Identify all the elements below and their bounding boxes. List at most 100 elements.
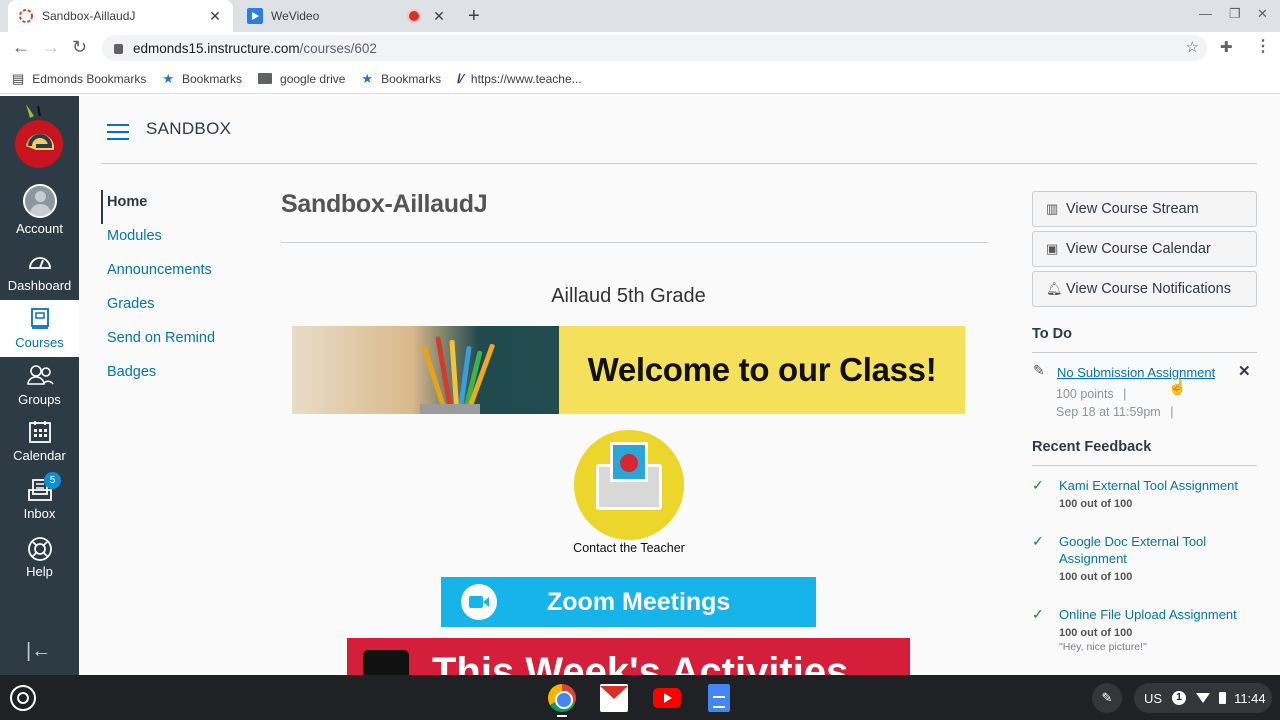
bookmark-bookmarks-1[interactable]: ★ Bookmarks	[162, 71, 242, 87]
global-nav-calendar[interactable]: Calendar	[0, 420, 79, 463]
running-indicator	[557, 715, 567, 717]
todo-item-link[interactable]: No Submission Assignment	[1057, 365, 1215, 380]
courses-icon	[0, 307, 79, 333]
folder-icon	[258, 73, 273, 84]
view-course-notifications-button[interactable]: 🔔︎ View Course Notifications	[1032, 271, 1257, 307]
global-nav-courses[interactable]: Courses	[0, 300, 79, 357]
global-nav-help[interactable]: Help	[0, 536, 79, 579]
header-divider	[101, 163, 1257, 164]
browser-tab-strip: Sandbox-AillaudJ ✕ WeVideo ✕ + — ❐ ✕	[0, 0, 1280, 32]
os-shelf: ✎ US 1 11:44	[0, 675, 1280, 720]
bookmark-bookmarks-2[interactable]: ★ Bookmarks	[361, 71, 441, 87]
feedback-link[interactable]: Google Doc External Tool Assignment	[1059, 533, 1249, 567]
lock-icon	[114, 44, 123, 54]
launcher-icon[interactable]	[10, 685, 36, 711]
todo-divider	[1032, 352, 1257, 353]
tab-wevideo[interactable]: WeVideo ✕	[237, 0, 457, 32]
video-camera-icon	[461, 584, 497, 620]
stylus-tools-icon[interactable]: ✎	[1092, 683, 1122, 713]
collapse-nav-icon[interactable]: |←	[26, 640, 51, 663]
close-window-icon[interactable]: ✕	[1257, 6, 1268, 22]
recording-icon	[409, 11, 419, 21]
extensions-icon[interactable]: ✚	[1220, 38, 1233, 56]
bell-icon: 🔔︎	[1046, 281, 1063, 296]
course-navigation: Home Modules Announcements Grades Send o…	[101, 190, 215, 394]
nav-label: Inbox	[23, 506, 56, 521]
contact-teacher-label[interactable]: Contact the Teacher	[520, 541, 738, 555]
bookmark-label: Bookmarks	[182, 71, 243, 86]
back-icon[interactable]: ←	[12, 37, 30, 58]
pencils-photo	[292, 326, 559, 414]
course-nav-announcements[interactable]: Announcements	[101, 258, 215, 292]
star-icon: ★	[361, 70, 374, 86]
course-nav-send-on-remind[interactable]: Send on Remind	[101, 326, 215, 360]
page-title: Sandbox-AillaudJ	[281, 190, 488, 218]
new-tab-button[interactable]: +	[468, 5, 480, 28]
button-label: View Course Stream	[1066, 201, 1199, 217]
nav-label: Help	[26, 564, 53, 579]
contact-teacher-button[interactable]	[574, 430, 684, 540]
check-icon: ✓	[1032, 606, 1044, 622]
breadcrumb[interactable]: SANDBOX	[146, 119, 231, 139]
feedback-score: 100 out of 100	[1059, 627, 1133, 639]
todo-due: Sep 18 at 11:59pm |	[1056, 405, 1173, 419]
reload-icon[interactable]: ↻	[72, 37, 87, 58]
tab-title: WeVideo	[271, 9, 320, 23]
school-logo[interactable]	[12, 102, 66, 172]
view-course-stream-button[interactable]: ▥ View Course Stream	[1032, 191, 1257, 227]
minimize-icon[interactable]: —	[1199, 6, 1212, 21]
bookmark-google-drive[interactable]: google drive	[258, 72, 345, 86]
gmail-app-icon[interactable]	[600, 684, 628, 712]
global-nav-inbox[interactable]: 5 Inbox	[0, 472, 79, 521]
restore-icon[interactable]: ❐	[1229, 6, 1241, 22]
recent-feedback-heading: Recent Feedback	[1032, 439, 1152, 455]
bookmark-label: https://www.teache...	[470, 71, 582, 86]
global-nav-dashboard[interactable]: Dashboard	[0, 250, 79, 293]
todo-due-value: Sep 18 at 11:59pm	[1056, 405, 1161, 419]
button-label: View Course Calendar	[1066, 241, 1211, 257]
bookmark-teacher-site[interactable]: /⁄ https://www.teache...	[457, 71, 582, 86]
course-nav-badges[interactable]: Badges	[101, 360, 215, 394]
class-subtitle: Aillaud 5th Grade	[551, 285, 706, 307]
system-tray[interactable]: US 1 11:44	[1134, 683, 1272, 713]
input-locale: US	[1144, 690, 1163, 706]
hand-cursor-icon: ☝	[1168, 379, 1187, 396]
address-bar[interactable]: edmonds15.instructure.com /courses/602 ☆	[102, 35, 1207, 61]
feedback-score: 100 out of 100	[1059, 571, 1133, 583]
view-course-calendar-button[interactable]: ▣ View Course Calendar	[1032, 231, 1257, 267]
global-navigation: Account Dashboard Courses Groups Calenda…	[0, 96, 79, 675]
global-nav-account[interactable]: Account	[0, 184, 79, 236]
close-tab-icon[interactable]: ✕	[207, 8, 223, 25]
feedback-divider	[1032, 465, 1257, 466]
zoom-meetings-button[interactable]: Zoom Meetings	[441, 577, 816, 627]
close-tab-icon[interactable]: ✕	[431, 8, 447, 25]
dismiss-todo-icon[interactable]: ✕	[1238, 362, 1251, 380]
docs-app-icon[interactable]	[708, 684, 730, 712]
feedback-link[interactable]: Online File Upload Assignment	[1059, 606, 1249, 623]
battery-icon	[1219, 692, 1227, 704]
inbox-unread-badge: 5	[44, 472, 61, 489]
course-nav-grades[interactable]: Grades	[101, 292, 215, 326]
youtube-app-icon[interactable]	[653, 688, 681, 708]
wifi-icon	[1196, 693, 1211, 703]
stream-icon: ▥	[1046, 201, 1059, 216]
nav-label: Account	[16, 221, 63, 236]
course-menu-toggle-icon[interactable]	[107, 124, 129, 145]
tab-title: Sandbox-AillaudJ	[42, 9, 136, 23]
todo-heading: To Do	[1032, 326, 1072, 342]
this-weeks-activities-banner[interactable]: This Week's Activities	[347, 638, 910, 675]
global-nav-groups[interactable]: Groups	[0, 364, 79, 407]
todo-points-value: 100 points	[1056, 387, 1114, 401]
bookmark-star-icon[interactable]: ☆	[1186, 38, 1199, 56]
tab-sandbox[interactable]: Sandbox-AillaudJ ✕	[8, 0, 233, 32]
course-nav-home[interactable]: Home	[101, 190, 215, 224]
feedback-comment: "Hey, nice picture!"	[1059, 641, 1147, 653]
forward-icon[interactable]: →	[42, 37, 60, 58]
browser-menu-icon[interactable]: ⋮	[1255, 36, 1271, 56]
chrome-app-icon[interactable]	[548, 684, 576, 712]
feedback-link[interactable]: Kami External Tool Assignment	[1059, 477, 1249, 494]
course-nav-modules[interactable]: Modules	[101, 224, 215, 258]
welcome-text: Welcome to our Class!	[559, 326, 965, 414]
welcome-banner: Welcome to our Class!	[292, 326, 965, 414]
bookmark-edmonds[interactable]: ▤ Edmonds Bookmarks	[12, 71, 146, 87]
